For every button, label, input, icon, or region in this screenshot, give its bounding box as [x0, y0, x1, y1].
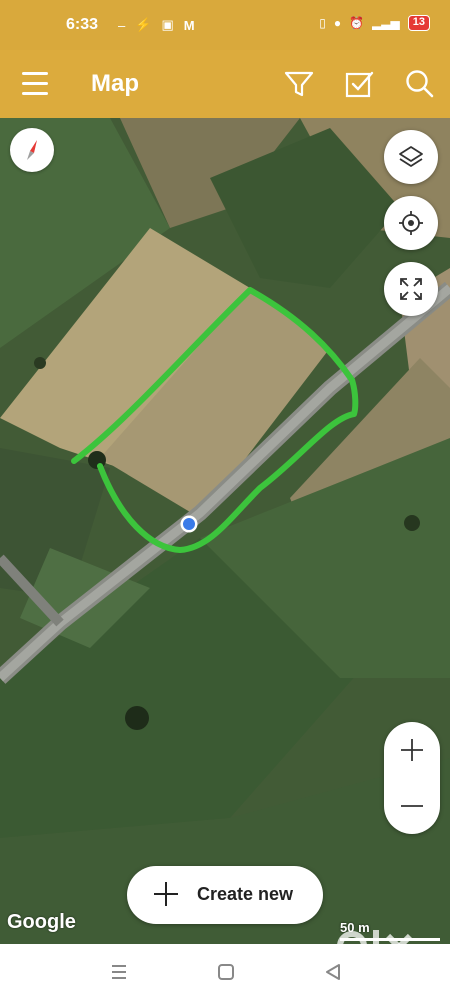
map-view[interactable]: Create new Google 50 m [0, 118, 450, 944]
gmail-icon: M [183, 17, 195, 33]
current-location-dot [180, 515, 198, 533]
compass-icon [27, 140, 37, 160]
checklist-icon[interactable] [343, 68, 375, 100]
system-status-icons: ▯ ● ⏰ ▂▃▅ 13 [319, 15, 430, 31]
location-icon: ● [333, 16, 342, 30]
battery-icon: 13 [407, 15, 430, 31]
app-notification-icon: ▣ [161, 17, 174, 32]
expand-icon [400, 278, 422, 300]
filter-icon[interactable] [283, 68, 315, 100]
alarm-icon: ⏰ [349, 16, 365, 30]
zoom-out-button[interactable] [384, 778, 440, 834]
search-icon[interactable] [404, 68, 436, 100]
notification-icons: – ⚡ ▣ M [118, 17, 195, 33]
plus-icon [154, 882, 178, 906]
layers-icon [399, 146, 423, 167]
system-nav-bar [0, 944, 450, 1000]
status-time: 6:33 [66, 16, 99, 33]
create-new-button[interactable]: Create new [127, 866, 323, 924]
satellite-imagery [0, 118, 450, 944]
flash-icon: ⚡ [135, 17, 152, 32]
dash-icon: – [118, 17, 126, 33]
zoom-in-button[interactable] [384, 722, 440, 778]
recents-icon[interactable] [107, 960, 131, 984]
plus-icon [401, 739, 423, 761]
menu-icon[interactable] [22, 72, 48, 96]
zoom-controls [384, 722, 440, 834]
my-location-button[interactable] [384, 196, 438, 250]
home-icon[interactable] [214, 960, 238, 984]
page-title: Map [91, 70, 139, 97]
minus-icon [401, 805, 423, 807]
crosshair-icon [399, 211, 423, 235]
layers-button[interactable] [384, 130, 438, 184]
back-icon[interactable] [321, 960, 345, 984]
vibrate-icon: ▯ [319, 16, 326, 30]
compass-button[interactable] [10, 128, 54, 172]
olx-watermark-logo [337, 930, 413, 944]
create-new-label: Create new [197, 884, 294, 904]
signal-icon: ▂▃▅ [372, 16, 400, 30]
fullscreen-button[interactable] [384, 262, 438, 316]
google-attribution: Google [7, 911, 76, 933]
status-bar: 6:33 – ⚡ ▣ M ▯ ● ⏰ ▂▃▅ 13 [0, 0, 450, 50]
app-bar: Map [0, 50, 450, 118]
